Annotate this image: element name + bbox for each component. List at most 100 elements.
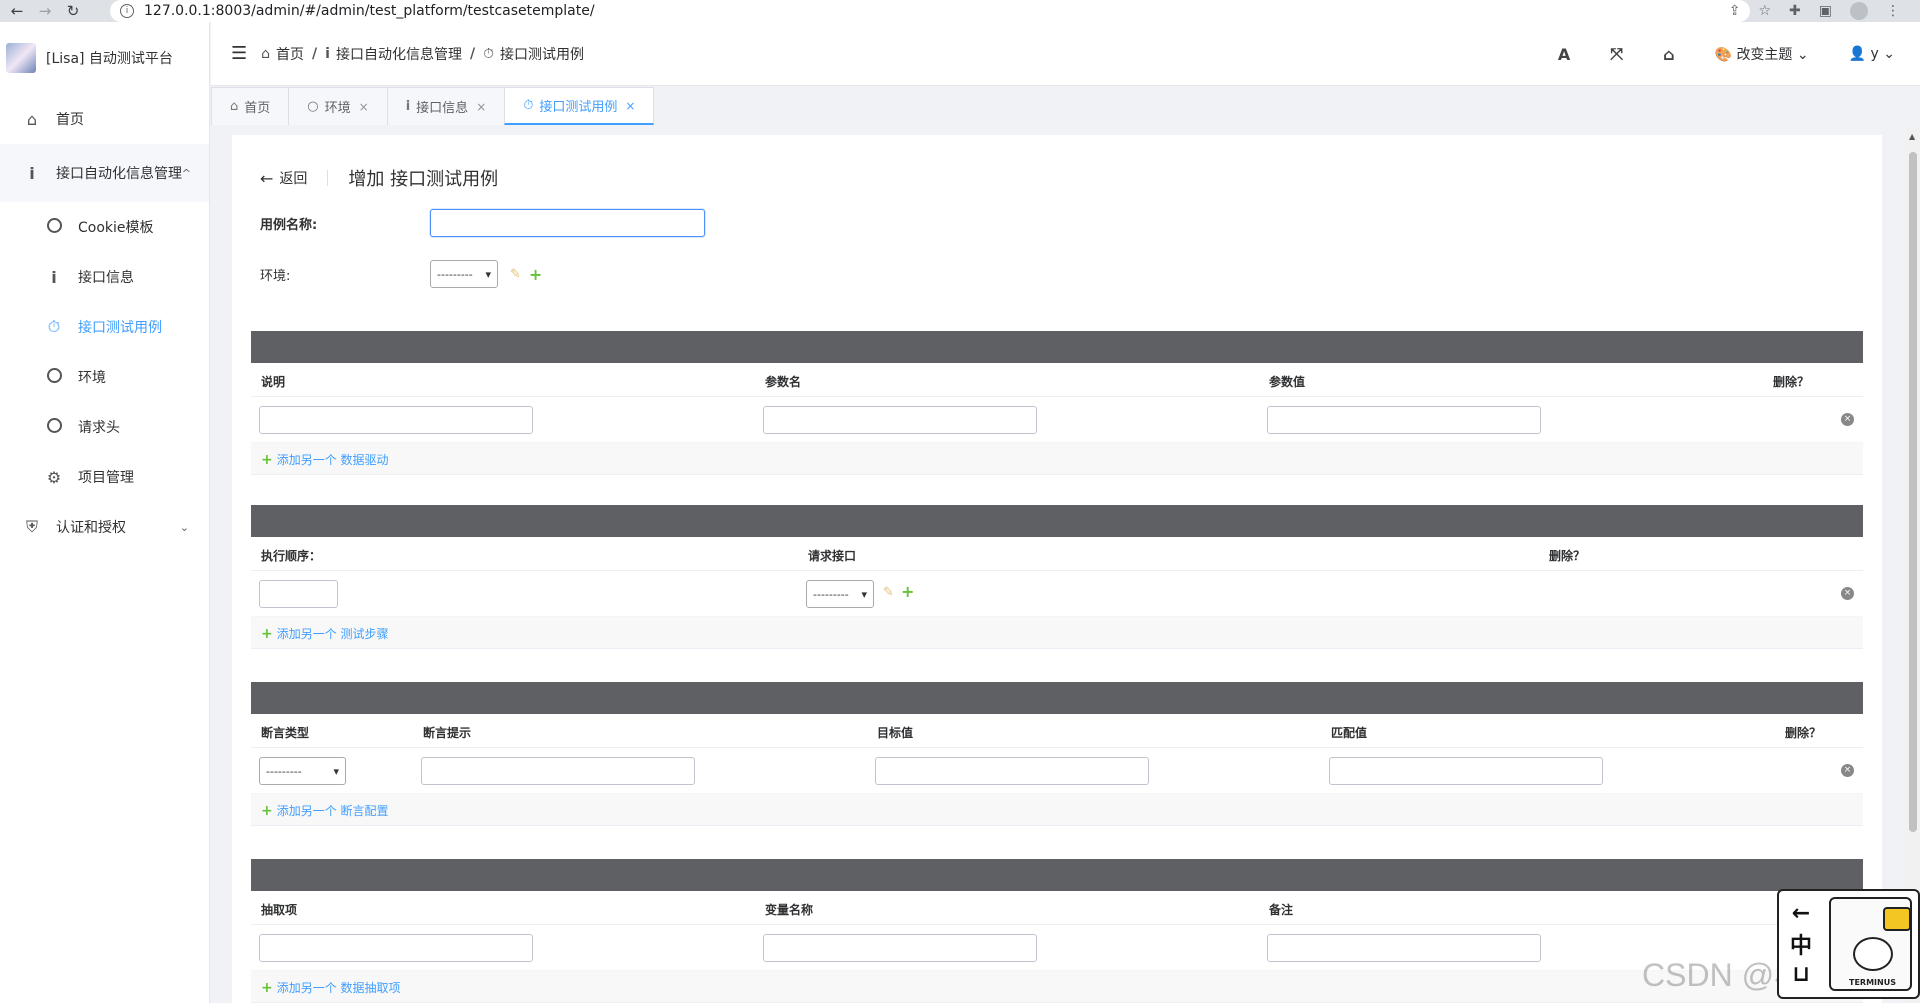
add-plus-icon: + bbox=[261, 626, 273, 642]
bookmark-star-icon[interactable]: ☆ bbox=[1758, 3, 1771, 19]
tab-environment[interactable]: ○ 环境 × bbox=[288, 87, 388, 125]
sidebar-group-auth[interactable]: ⛨ 认证和授权 ⌄ bbox=[0, 502, 209, 552]
sidebar-item-label: 接口信息 bbox=[78, 270, 134, 286]
column-header: 删除？ bbox=[1773, 375, 1810, 389]
add-row-link[interactable]: + 添加另一个 数据驱动 bbox=[251, 443, 1863, 475]
case-name-label: 用例名称: bbox=[260, 217, 318, 233]
scroll-up-arrow-icon[interactable]: ▲ bbox=[1909, 132, 1915, 141]
gear-icon: ⚙ bbox=[46, 467, 62, 487]
select-value: --------- bbox=[437, 267, 473, 281]
chevron-down-icon: ▾ bbox=[333, 764, 339, 778]
chevron-up-icon: ^ bbox=[181, 166, 191, 180]
chevron-down-icon: ▾ bbox=[861, 587, 867, 601]
tab-home[interactable]: ⌂ 首页 bbox=[211, 87, 290, 125]
page-scrollbar[interactable]: ▲ bbox=[1906, 128, 1920, 1003]
sidebar-item-label: 接口测试用例 bbox=[78, 320, 162, 336]
assertion-hint-input[interactable] bbox=[421, 757, 695, 785]
tab-api-info[interactable]: i 接口信息 × bbox=[386, 87, 506, 125]
widget-char-glyph: ⊔ bbox=[1792, 962, 1810, 987]
environment-select[interactable]: --------- ▾ bbox=[430, 260, 498, 288]
share-icon[interactable]: ⇪ bbox=[1729, 3, 1741, 19]
breadcrumb: ⌂ 首页 / i 接口自动化信息管理 / ⏱ 接口测试用例 bbox=[261, 44, 584, 64]
breadcrumb-item: 接口测试用例 bbox=[500, 46, 585, 63]
reload-icon[interactable]: ↻ bbox=[62, 0, 84, 22]
extensions-icon[interactable]: ✚ bbox=[1789, 3, 1801, 19]
address-bar[interactable]: i 127.0.0.1:8003/admin/#/admin/test_plat… bbox=[110, 0, 1750, 22]
user-icon: 👤 bbox=[1848, 46, 1867, 62]
circle-icon bbox=[44, 217, 64, 237]
sidebar-item-home[interactable]: ⌂ 首页 bbox=[0, 94, 209, 144]
sidebar-group-api-automation[interactable]: i 接口自动化信息管理 ^ bbox=[0, 144, 209, 202]
delete-row-icon[interactable]: × bbox=[1841, 587, 1854, 600]
profile-avatar-icon[interactable] bbox=[1850, 2, 1868, 20]
stopwatch-icon: ⏱ bbox=[483, 45, 495, 62]
scrollbar-thumb[interactable] bbox=[1909, 152, 1917, 832]
breadcrumb-item[interactable]: 首页 bbox=[276, 44, 304, 64]
mascot-face bbox=[1853, 937, 1893, 971]
column-header: 删除？ bbox=[1785, 726, 1822, 740]
sidebar-item-api-testcase[interactable]: ⏱ 接口测试用例 bbox=[0, 302, 209, 352]
theme-switcher[interactable]: 🎨 改变主题 ⌄ bbox=[1715, 44, 1809, 64]
user-menu[interactable]: 👤 y ⌄ bbox=[1849, 46, 1895, 62]
execution-order-input[interactable] bbox=[259, 580, 338, 608]
chevron-down-icon: ⌄ bbox=[1883, 46, 1895, 62]
add-row-link[interactable]: + 添加另一个 断言配置 bbox=[251, 794, 1863, 826]
menu-toggle-icon[interactable]: ☰ bbox=[231, 43, 247, 64]
sidebar-item-api-info[interactable]: i 接口信息 bbox=[0, 252, 209, 302]
sidebar-item-label: 环境 bbox=[78, 370, 106, 386]
fullscreen-icon[interactable]: ⤧ bbox=[1610, 44, 1623, 64]
request-api-select[interactable]: --------- ▾ bbox=[806, 580, 874, 608]
floating-sticker-widget[interactable]: ← 中 ⊔ TERMINUS bbox=[1777, 889, 1920, 999]
forward-arrow-icon[interactable]: → bbox=[34, 0, 56, 22]
home-icon: ⌂ bbox=[261, 45, 271, 62]
close-icon[interactable]: × bbox=[625, 99, 635, 113]
remark-input[interactable] bbox=[1267, 934, 1541, 962]
add-plus-icon: + bbox=[261, 452, 273, 468]
add-plus-icon[interactable]: + bbox=[901, 582, 914, 601]
home-icon[interactable]: ⌂ bbox=[1663, 45, 1674, 64]
app-logo[interactable]: [Lisa] 自动测试平台 bbox=[0, 22, 209, 94]
sidebar-item-request-header[interactable]: 请求头 bbox=[0, 402, 209, 452]
edit-pencil-icon[interactable]: ✎ bbox=[883, 585, 894, 600]
match-value-input[interactable] bbox=[1329, 757, 1603, 785]
delete-row-icon[interactable]: × bbox=[1841, 413, 1854, 426]
case-name-input[interactable] bbox=[430, 209, 705, 237]
param-value-input[interactable] bbox=[1267, 406, 1541, 434]
param-name-input[interactable] bbox=[763, 406, 1037, 434]
back-arrow-icon[interactable]: ← bbox=[6, 0, 28, 22]
delete-row-icon[interactable]: × bbox=[1841, 764, 1854, 777]
sidebar-item-project-management[interactable]: ⚙ 项目管理 bbox=[0, 452, 209, 502]
close-icon[interactable]: × bbox=[476, 100, 486, 114]
add-row-link[interactable]: + 添加另一个 数据抽取项 bbox=[251, 971, 1863, 1003]
close-icon[interactable]: × bbox=[359, 100, 369, 114]
more-menu-icon[interactable]: ⋮ bbox=[1886, 3, 1900, 19]
font-size-icon[interactable]: A bbox=[1558, 45, 1570, 64]
add-plus-icon[interactable]: + bbox=[529, 265, 542, 284]
target-value-input[interactable] bbox=[875, 757, 1149, 785]
chevron-down-icon: ▾ bbox=[485, 267, 491, 281]
test-steps-section: 执行顺序： 请求接口 删除？ --------- ▾ ✎ + × + 添加另一个 … bbox=[251, 505, 1863, 649]
extract-item-input[interactable] bbox=[259, 934, 533, 962]
description-input[interactable] bbox=[259, 406, 533, 434]
table-row bbox=[251, 925, 1863, 971]
sidebar-item-label: 首页 bbox=[56, 112, 84, 128]
add-row-link[interactable]: + 添加另一个 测试步骤 bbox=[251, 617, 1863, 649]
add-row-label: 添加另一个 断言配置 bbox=[276, 804, 389, 818]
sidebar-item-environment[interactable]: 环境 bbox=[0, 352, 209, 402]
sidebar-item-cookie-template[interactable]: Cookie模板 bbox=[0, 202, 209, 252]
back-button[interactable]: ← 返回 bbox=[260, 168, 307, 188]
chevron-down-icon: ⌄ bbox=[179, 520, 189, 534]
assertion-type-select[interactable]: --------- ▾ bbox=[259, 757, 346, 785]
variable-name-input[interactable] bbox=[763, 934, 1037, 962]
breadcrumb-item[interactable]: 接口自动化信息管理 bbox=[336, 44, 462, 64]
sidebar-item-label: 请求头 bbox=[78, 420, 120, 436]
stopwatch-icon: ⏱ bbox=[523, 98, 534, 113]
edit-pencil-icon[interactable]: ✎ bbox=[510, 267, 521, 282]
table-row: × bbox=[251, 397, 1863, 443]
add-row-label: 添加另一个 测试步骤 bbox=[276, 627, 389, 641]
widget-arrow-glyph: ← bbox=[1791, 901, 1811, 926]
column-header: 请求接口 bbox=[808, 549, 857, 563]
site-info-icon[interactable]: i bbox=[120, 4, 134, 18]
tab-api-testcase[interactable]: ⏱ 接口测试用例 × bbox=[504, 87, 655, 125]
sidepanel-icon[interactable]: ▣ bbox=[1819, 3, 1832, 19]
